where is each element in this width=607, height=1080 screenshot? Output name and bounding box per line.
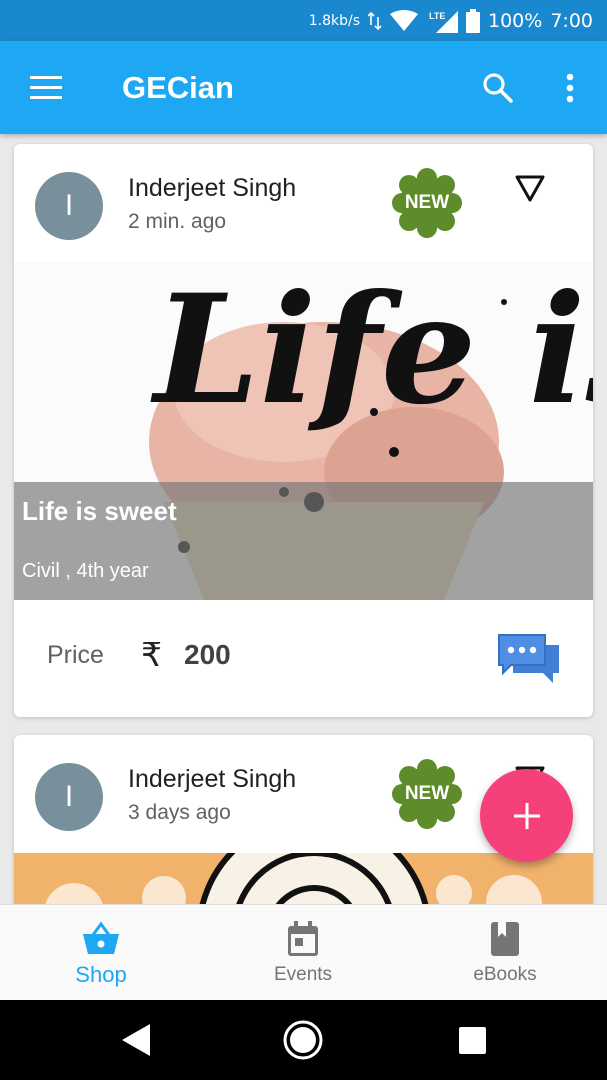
nav-ebooks[interactable]: eBooks [404, 905, 606, 1001]
post-title: Life is sweet [22, 496, 177, 526]
triangle-down-icon[interactable] [514, 174, 546, 209]
nav-events-label: Events [273, 964, 333, 985]
price-label: Price [47, 641, 104, 669]
author-name: Inderjeet Singh [128, 765, 297, 793]
network-speed: 1.8kb/s [308, 12, 360, 29]
post-time: 2 min. ago [128, 210, 227, 233]
chat-icon[interactable] [497, 633, 561, 690]
app-title: GECian [122, 70, 234, 105]
system-navigation-bar [0, 1000, 607, 1080]
post-department: Civil , 4th year [22, 560, 149, 582]
image-caption-overlay: Life is sweet Civil , 4th year [14, 482, 593, 600]
book-icon [490, 921, 520, 962]
search-icon[interactable] [482, 72, 514, 109]
app-bar: GECian [0, 41, 607, 134]
recent-apps-icon[interactable] [459, 1027, 486, 1054]
data-transfer-icon [368, 11, 382, 31]
rupee-icon: ₹ [141, 635, 162, 674]
post-image[interactable] [14, 853, 593, 904]
post-image[interactable]: Life is sweet. Life is sweet Civil , 4th… [14, 262, 593, 600]
new-badge: NEW [392, 759, 462, 829]
calendar-icon [286, 921, 320, 962]
nav-shop[interactable]: Shop [0, 905, 202, 1001]
battery-percent: 100% [488, 9, 543, 32]
avatar[interactable]: I [35, 172, 103, 240]
back-icon[interactable] [120, 1022, 152, 1063]
post-time: 3 days ago [128, 801, 231, 824]
clock: 7:00 [550, 9, 593, 32]
nav-events[interactable]: Events [202, 905, 404, 1001]
plus-icon [513, 802, 540, 829]
home-icon[interactable] [282, 1019, 324, 1066]
nav-ebooks-label: eBooks [473, 964, 537, 985]
new-badge: NEW [392, 168, 462, 238]
bottom-navigation: Shop Events eBooks [0, 904, 607, 1000]
nav-shop-label: Shop [75, 962, 127, 987]
post-card[interactable]: I Inderjeet Singh 2 min. ago NEW Life i … [14, 144, 593, 717]
menu-icon[interactable] [30, 76, 64, 100]
price-value: 200 [184, 639, 231, 670]
lte-label: LTE [429, 11, 445, 21]
new-badge-label: NEW [404, 192, 450, 213]
wifi-icon [390, 9, 418, 32]
more-vert-icon[interactable] [565, 72, 575, 109]
new-badge-label: NEW [404, 783, 450, 804]
basket-icon [82, 921, 120, 960]
lte-signal-icon: LTE [426, 9, 458, 33]
author-name: Inderjeet Singh [128, 174, 297, 202]
avatar[interactable]: I [35, 763, 103, 831]
status-bar: 1.8kb/s LTE 100% 7:00 [0, 0, 607, 41]
add-post-button[interactable] [480, 769, 573, 862]
battery-icon [466, 8, 480, 33]
